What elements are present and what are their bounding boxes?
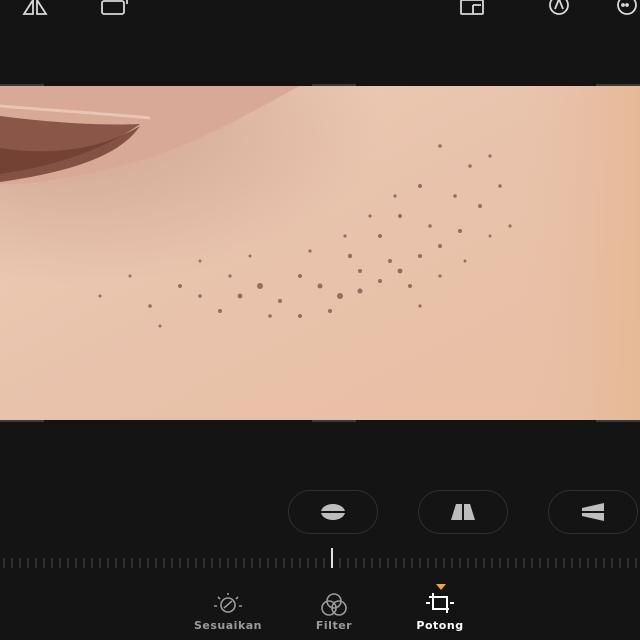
- perspective-horizontal-icon: [580, 503, 606, 521]
- top-toolbar: [0, 0, 640, 28]
- adjust-icon: [210, 588, 246, 618]
- more-icon[interactable]: [612, 0, 640, 20]
- rotate-horizontal-icon: [320, 504, 346, 520]
- skin-photo: [0, 86, 640, 420]
- perspective-vertical-button[interactable]: [418, 490, 508, 534]
- angle-ruler[interactable]: [0, 548, 640, 572]
- tab-label: Sesuaikan: [193, 619, 263, 632]
- ruler-ticks: [3, 548, 637, 568]
- tab-filter[interactable]: Filter: [284, 588, 384, 632]
- aspect-ratio-icon[interactable]: [100, 0, 130, 20]
- tab-label: Potong: [416, 619, 464, 632]
- tab-label: Filter: [315, 619, 353, 632]
- transform-controls: [0, 490, 640, 538]
- save-icon[interactable]: [458, 0, 488, 20]
- rotate-horizontal-button[interactable]: [288, 490, 378, 534]
- filter-icon: [316, 588, 352, 618]
- flip-icon[interactable]: [20, 0, 50, 20]
- tab-sesuaikan[interactable]: Sesuaikan: [178, 588, 278, 632]
- tab-potong[interactable]: Potong: [390, 588, 490, 632]
- bottom-tab-bar: Sesuaikan Filter Potong: [0, 584, 640, 640]
- photo-canvas[interactable]: [0, 86, 640, 420]
- markup-icon[interactable]: [544, 0, 574, 20]
- perspective-vertical-icon: [451, 503, 475, 521]
- perspective-horizontal-button[interactable]: [548, 490, 638, 534]
- crop-icon: [422, 588, 458, 618]
